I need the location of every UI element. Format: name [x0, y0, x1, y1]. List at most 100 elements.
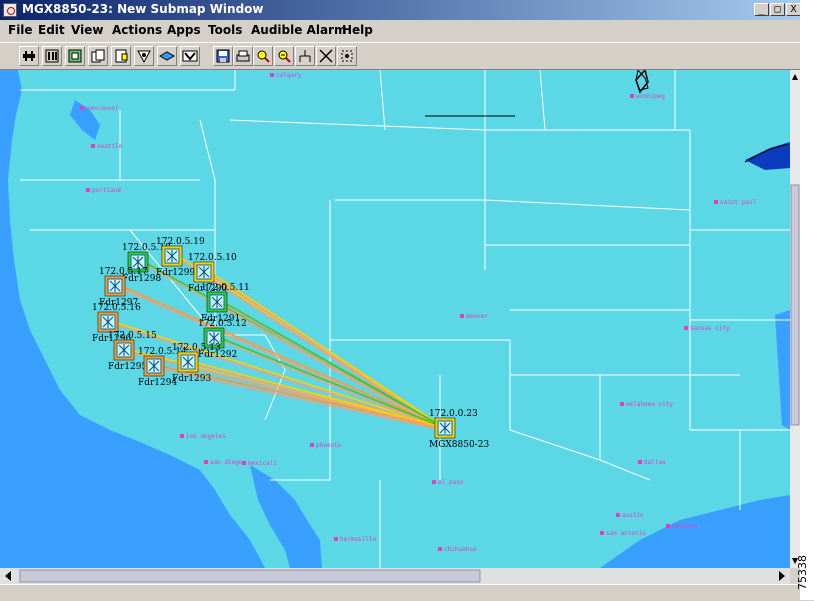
menu-view[interactable]: View [71, 23, 103, 37]
city-marker [620, 402, 624, 406]
city-marker [86, 188, 90, 192]
city-marker [80, 106, 84, 110]
menu-apps[interactable]: Apps [167, 23, 201, 37]
menu-help-label: Help [342, 23, 373, 37]
city-label: san antonio [606, 530, 646, 537]
menu-audible-alarm[interactable]: Audible Alarm [251, 23, 346, 37]
city-marker [270, 73, 274, 77]
toolbar [0, 42, 800, 70]
city-marker [310, 443, 314, 447]
scroll-right-icon[interactable] [779, 571, 785, 581]
vertical-scrollbar[interactable] [790, 70, 800, 568]
node-ip-label: 172.0.5.19 [156, 237, 205, 247]
city-marker [334, 537, 338, 541]
city-label: saint paul [720, 199, 757, 206]
title-bar[interactable]: MGX8850-23: New Submap Window _ □ X [0, 0, 801, 20]
menu-edit[interactable]: Edit [38, 23, 65, 37]
menu-actions-label: Actions [112, 23, 163, 37]
copy-icon[interactable] [88, 46, 108, 66]
city-label: phoenix [316, 442, 342, 449]
horizontal-scrollbar[interactable] [0, 568, 790, 584]
menu-edit-label: Edit [38, 23, 65, 37]
node-ip-label: 172.0.5.13 [172, 343, 221, 353]
scroll-left-icon[interactable] [5, 571, 11, 581]
menu-help[interactable]: Help [342, 23, 373, 37]
scroll-up-icon[interactable] [792, 74, 798, 80]
fit-icon[interactable] [316, 46, 336, 66]
city-label: mexicali [248, 460, 277, 467]
city-label: portland [92, 187, 121, 194]
zoom-out-icon[interactable] [274, 46, 294, 66]
city-marker [714, 200, 718, 204]
save-icon[interactable] [213, 46, 233, 66]
node-name-label: Fdr1299 [156, 268, 195, 278]
node-ip-label: 172.0.5.10 [188, 253, 237, 263]
node-ip-label: 172.0.5.11 [201, 283, 250, 293]
menu-view-label: View [71, 23, 104, 37]
layer-icon[interactable] [157, 46, 177, 66]
city-label: calgary [276, 72, 302, 79]
city-marker [684, 326, 688, 330]
city-marker [204, 460, 208, 464]
city-label: seattle [97, 143, 123, 150]
node-name-label: MGX8850-23 [429, 440, 489, 450]
close-button[interactable]: X [786, 3, 801, 16]
city-marker [630, 94, 634, 98]
network-icon[interactable] [19, 46, 39, 66]
diagnostics-icon[interactable] [134, 46, 154, 66]
shelf-icon[interactable] [42, 46, 62, 66]
app-icon [3, 3, 17, 17]
city-marker [432, 480, 436, 484]
select-all-icon[interactable] [337, 46, 357, 66]
print-icon[interactable] [233, 46, 253, 66]
city-label: hermosillo [340, 536, 377, 543]
city-label: kansas city [690, 325, 730, 332]
city-label: los angeles [186, 433, 226, 440]
node-ip-label: 172.0.5.15 [108, 331, 157, 341]
city-label: winnipeg [636, 93, 665, 100]
figure-margin [800, 0, 814, 600]
map-canvas[interactable]: calgary winnipeg vancouver seattle portland d… [0, 70, 790, 568]
maximize-button[interactable]: □ [770, 3, 785, 16]
minimize-button[interactable]: _ [754, 3, 769, 16]
vertical-scroll-thumb[interactable] [790, 184, 800, 426]
card-icon[interactable] [65, 46, 85, 66]
city-label: dallas [644, 459, 666, 466]
node-ip-label: 172.0.5.17 [99, 267, 148, 277]
menu-file[interactable]: File [8, 23, 33, 37]
menu-apps-label: Apps [167, 23, 201, 37]
city-label: denver [466, 313, 488, 320]
horizontal-scroll-thumb[interactable] [19, 569, 481, 583]
node-ip-label: 172.0.5.16 [92, 303, 141, 313]
city-label: houston [672, 523, 698, 530]
menu-tools-label: Tools [208, 23, 243, 37]
city-label: el paso [438, 479, 464, 486]
window-title: MGX8850-23: New Submap Window [22, 2, 264, 16]
city-label: chihuahua [444, 546, 477, 553]
node-ip-label: 172.0.5.12 [198, 319, 247, 329]
city-marker [666, 524, 670, 528]
city-label: austin [622, 512, 644, 519]
menu-audible-alarm-label: Audible Alarm [251, 23, 347, 37]
city-label: oklahoma city [626, 401, 673, 408]
us-map: calgary winnipeg vancouver seattle portland d… [0, 70, 790, 568]
city-marker [638, 460, 642, 464]
configure-icon[interactable] [111, 46, 131, 66]
city-marker [438, 547, 442, 551]
alarm-icon[interactable] [180, 46, 200, 66]
figure-id: 75338 [796, 555, 809, 590]
city-marker [180, 434, 184, 438]
city-label: san diego [210, 459, 243, 466]
city-marker [616, 513, 620, 517]
menu-actions[interactable]: Actions [112, 23, 162, 37]
menu-tools[interactable]: Tools [208, 23, 242, 37]
city-marker [91, 144, 95, 148]
menu-file-label: File [8, 23, 33, 37]
tree-icon[interactable] [295, 46, 315, 66]
city-marker [242, 461, 246, 465]
node-name-label: Fdr1295 [108, 362, 147, 372]
status-bar [0, 584, 800, 601]
node-ip-label: 172.0.0.23 [429, 409, 478, 419]
zoom-in-icon[interactable] [253, 46, 273, 66]
city-label: vancouver [86, 105, 119, 112]
